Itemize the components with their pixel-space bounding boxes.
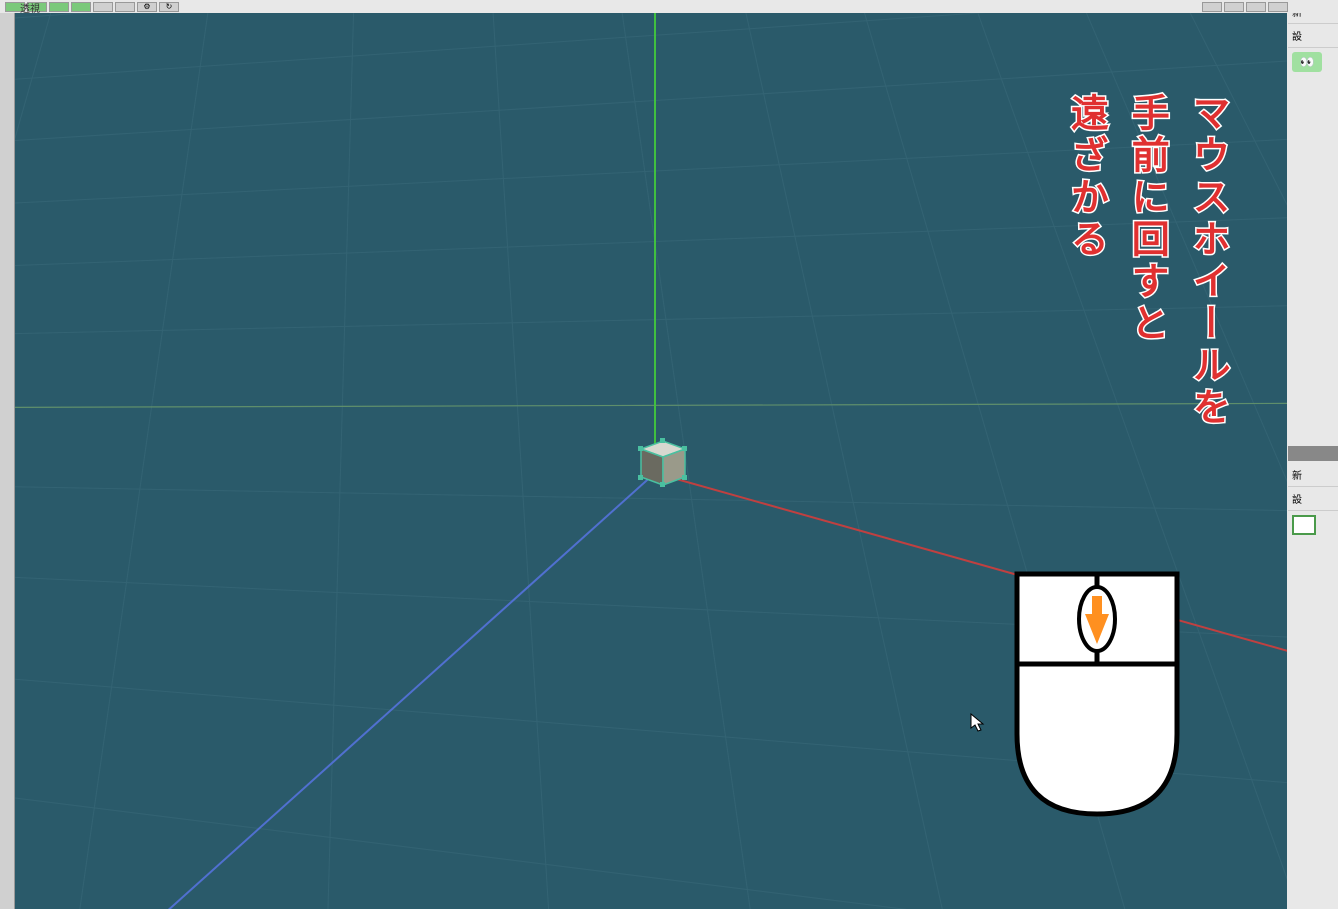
right-tab-4[interactable]: 設 xyxy=(1288,487,1338,511)
left-ruler xyxy=(0,13,15,909)
tool-settings-icon[interactable]: ⚙ xyxy=(137,2,157,12)
axis-x xyxy=(655,473,1287,653)
tool-btn-6[interactable] xyxy=(115,2,135,12)
color-swatch-icon[interactable] xyxy=(1292,515,1316,535)
tool-right-3[interactable] xyxy=(1246,2,1266,12)
tool-btn-4[interactable] xyxy=(71,2,91,12)
view-mode-label: 透視 xyxy=(20,0,40,15)
visibility-eyes-icon[interactable]: 👀 xyxy=(1292,52,1322,72)
tool-btn-5[interactable] xyxy=(93,2,113,12)
tool-btn-3[interactable] xyxy=(49,2,69,12)
right-side-panel: 新 設 👀 新 設 xyxy=(1288,0,1338,909)
cube-object[interactable] xyxy=(633,435,693,491)
right-tab-2[interactable]: 設 xyxy=(1288,24,1338,48)
tool-right-1[interactable] xyxy=(1202,2,1222,12)
tool-refresh-icon[interactable]: ↻ xyxy=(159,2,179,12)
right-tab-3[interactable]: 新 xyxy=(1288,463,1338,487)
tool-right-2[interactable] xyxy=(1224,2,1244,12)
panel-divider xyxy=(1288,446,1338,461)
top-toolbar: 透視 ⚙ ↻ xyxy=(0,0,1338,13)
axis-z xyxy=(165,473,655,909)
3d-viewport[interactable]: マウスホイールを 手前に回すと 遠ざかる xyxy=(15,13,1287,909)
tool-right-4[interactable] xyxy=(1268,2,1288,12)
